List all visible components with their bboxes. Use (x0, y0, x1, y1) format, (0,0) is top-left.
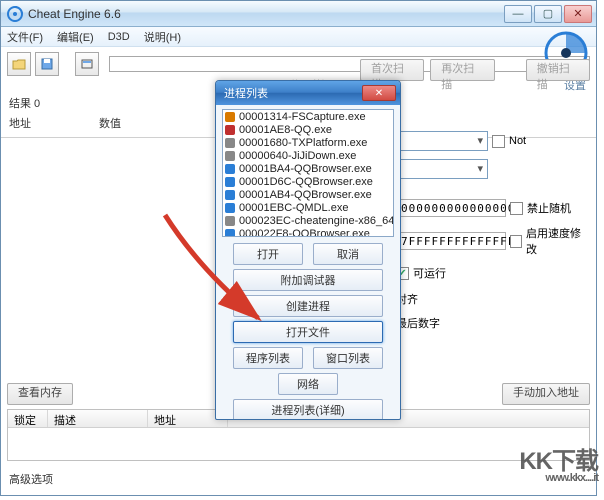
dialog-titlebar: 进程列表 ✕ (216, 81, 400, 105)
maximize-button[interactable]: ▢ (534, 5, 562, 23)
process-icon (225, 112, 235, 122)
open-file-button[interactable] (7, 52, 31, 76)
process-listbox[interactable]: 00001314-FSCapture.exe00001AE8-QQ.exe000… (222, 109, 394, 237)
first-scan-button[interactable]: 首次扫描 (360, 59, 424, 81)
process-icon (225, 164, 235, 174)
not-label: Not (509, 135, 526, 147)
process-label: 00001BA4-QQBrowser.exe (239, 163, 372, 175)
process-item[interactable]: 000023EC-cheatengine-x86_64.ex (223, 214, 393, 227)
menu-edit[interactable]: 编辑(E) (57, 29, 94, 45)
scan-options: Not 0000000000000000 禁止随机 7FFFFFFFFFFFFF… (396, 131, 586, 339)
process-item[interactable]: 00001AE8-QQ.exe (223, 123, 393, 136)
col-lock: 锁定 (8, 410, 48, 427)
process-item[interactable]: 00001680-TXPlatform.exe (223, 136, 393, 149)
process-icon (225, 177, 235, 187)
menubar: 文件(F) 编辑(E) D3D 说明(H) (1, 27, 596, 47)
process-icon (225, 203, 235, 213)
process-icon (225, 229, 235, 238)
watermark: KK下载 www.kkx....it (519, 441, 598, 484)
process-label: 00000640-JiJiDown.exe (239, 150, 356, 162)
process-icon (225, 138, 235, 148)
process-item[interactable]: 00001314-FSCapture.exe (223, 110, 393, 123)
menu-file[interactable]: 文件(F) (7, 29, 43, 45)
save-button[interactable] (35, 52, 59, 76)
next-scan-button[interactable]: 再次扫描 (430, 59, 494, 81)
select-process-button[interactable] (75, 52, 99, 76)
range-end-input[interactable]: 7FFFFFFFFFFFFFFF (396, 232, 506, 250)
process-icon (225, 125, 235, 135)
open-process-button[interactable]: 打开 (233, 243, 303, 265)
advanced-options[interactable]: 高级选项 (9, 471, 53, 487)
process-label: 000022F8-QQBrowser.exe (239, 228, 370, 238)
app-icon (7, 6, 23, 22)
window-title: Cheat Engine 6.6 (28, 7, 504, 21)
col-address: 地址 (9, 115, 59, 131)
undo-scan-button[interactable]: 撤销扫描 (526, 59, 590, 81)
col-value: 数值 (99, 115, 189, 131)
col-desc: 描述 (48, 410, 148, 427)
process-icon (225, 190, 235, 200)
process-item[interactable]: 00000640-JiJiDown.exe (223, 149, 393, 162)
process-item[interactable]: 00001D6C-QQBrowser.exe (223, 175, 393, 188)
attach-debugger-button[interactable]: 附加调试器 (233, 269, 383, 291)
process-label: 00001680-TXPlatform.exe (239, 137, 367, 149)
process-label: 00001314-FSCapture.exe (239, 111, 366, 123)
process-item[interactable]: 00001EBC-QMDL.exe (223, 201, 393, 214)
menu-help[interactable]: 说明(H) (144, 29, 181, 45)
process-label: 00001AB4-QQBrowser.exe (239, 189, 372, 201)
minimize-button[interactable]: — (504, 5, 532, 23)
runnable-label: 可运行 (413, 265, 446, 281)
dialog-close-button[interactable]: ✕ (362, 85, 396, 101)
process-icon (225, 151, 235, 161)
disable-random-checkbox[interactable] (510, 202, 523, 215)
titlebar: Cheat Engine 6.6 — ▢ ✕ (1, 1, 596, 27)
process-label: 00001D6C-QQBrowser.exe (239, 176, 373, 188)
not-checkbox[interactable] (492, 135, 505, 148)
window-list-tab[interactable]: 窗口列表 (313, 347, 383, 369)
cancel-button[interactable]: 取消 (313, 243, 383, 265)
process-item[interactable]: 000022F8-QQBrowser.exe (223, 227, 393, 237)
process-label: 00001AE8-QQ.exe (239, 124, 332, 136)
network-button[interactable]: 网络 (278, 373, 338, 395)
memory-view-button[interactable]: 查看内存 (7, 383, 73, 405)
last-digits-label: 最后数字 (396, 315, 440, 331)
process-list-dialog: 进程列表 ✕ 00001314-FSCapture.exe00001AE8-QQ… (215, 80, 401, 420)
enable-speed-checkbox[interactable] (510, 235, 522, 248)
process-label: 000023EC-cheatengine-x86_64.ex (239, 215, 394, 227)
open-file-dialog-button[interactable]: 打开文件 (233, 321, 383, 343)
dialog-title: 进程列表 (224, 85, 362, 101)
process-item[interactable]: 00001AB4-QQBrowser.exe (223, 188, 393, 201)
range-start-input[interactable]: 0000000000000000 (396, 199, 506, 217)
scan-type-dropdown[interactable] (396, 159, 488, 179)
value-type-dropdown[interactable] (396, 131, 488, 151)
process-list-tab[interactable]: 程序列表 (233, 347, 303, 369)
process-item[interactable]: 00001BA4-QQBrowser.exe (223, 162, 393, 175)
add-address-button[interactable]: 手动加入地址 (502, 383, 590, 405)
enable-speed-label: 启用速度修改 (526, 225, 586, 257)
create-process-button[interactable]: 创建进程 (233, 295, 383, 317)
close-button[interactable]: ✕ (564, 5, 592, 23)
process-label: 00001EBC-QMDL.exe (239, 202, 348, 214)
process-list-detail-button[interactable]: 进程列表(详细) (233, 399, 383, 420)
disable-random-label: 禁止随机 (527, 200, 571, 216)
process-icon (225, 216, 235, 226)
menu-d3d[interactable]: D3D (108, 31, 130, 43)
